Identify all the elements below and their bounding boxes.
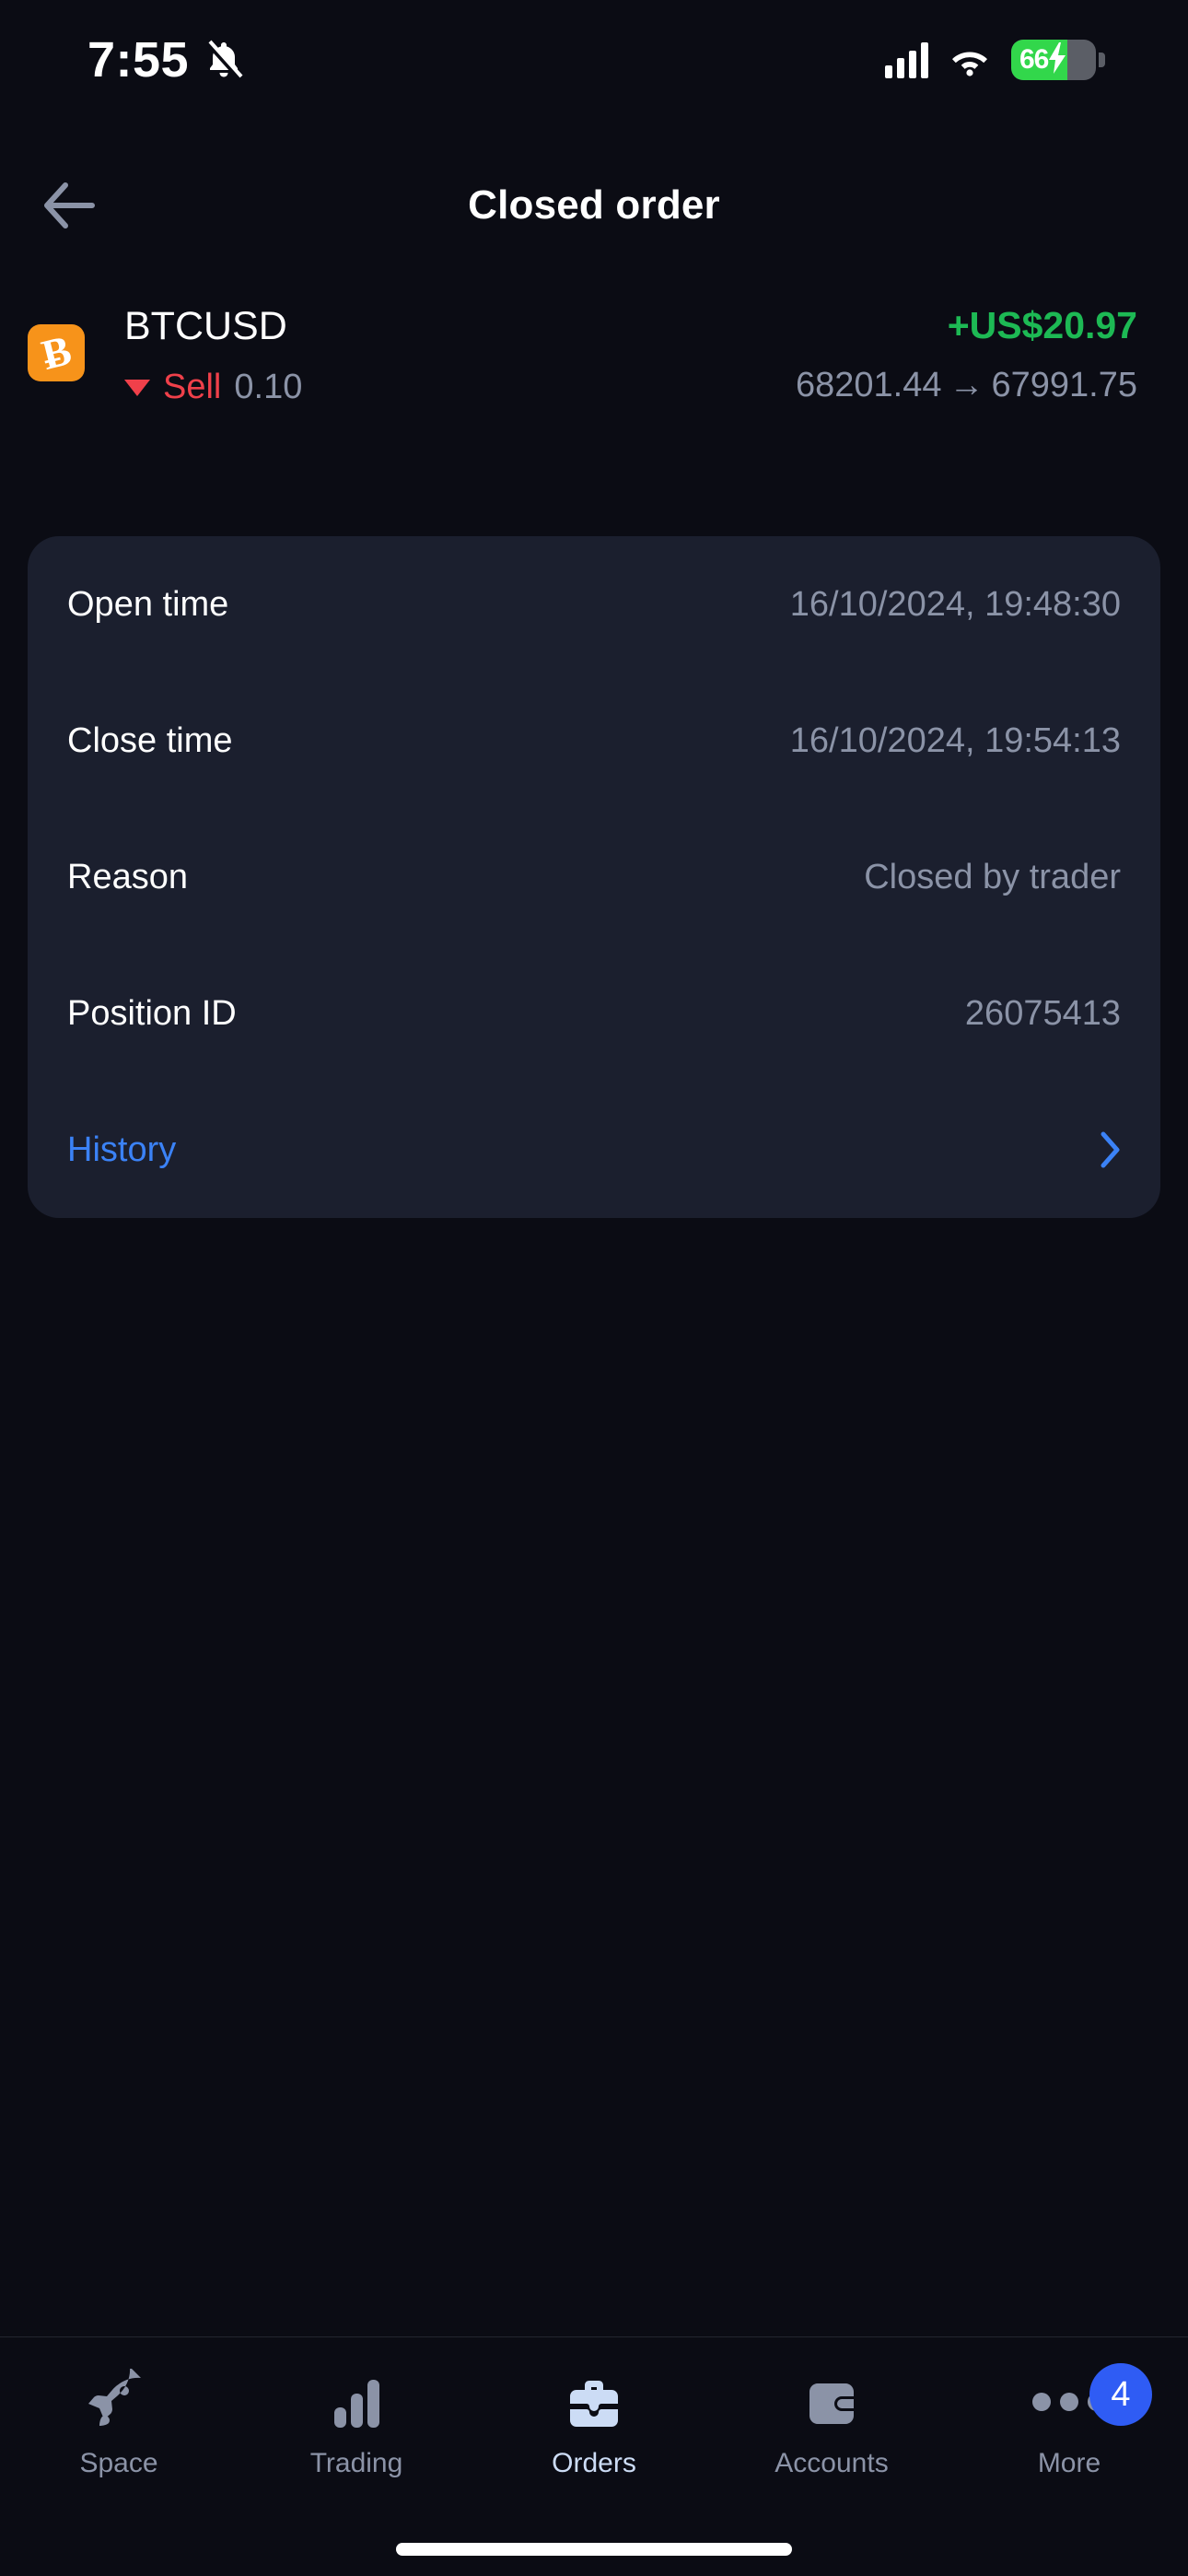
bar-chart-icon: [323, 2369, 390, 2435]
status-time: 7:55: [87, 32, 190, 88]
order-summary: Ƀ BTCUSD Sell 0.10 +US$20.97 68201.44 → 67…: [0, 304, 1188, 451]
wifi-icon: [949, 43, 991, 76]
tab-more[interactable]: 4 More: [950, 2363, 1188, 2479]
detail-value: Closed by trader: [864, 857, 1121, 896]
status-bar: 7:55 66: [0, 0, 1188, 120]
tab-label: More: [1037, 2448, 1101, 2478]
bitcoin-glyph: Ƀ: [36, 326, 76, 379]
tab-orders[interactable]: Orders: [475, 2369, 713, 2479]
notification-badge: 4: [1089, 2363, 1152, 2426]
detail-label: Reason: [67, 857, 188, 896]
chevron-right-icon: [1101, 1131, 1120, 1168]
order-volume: 0.10: [234, 368, 303, 407]
history-label: History: [67, 1130, 177, 1169]
detail-value: 16/10/2024, 19:48:30: [789, 584, 1121, 624]
tab-label: Orders: [552, 2448, 636, 2478]
order-direction-row: Sell 0.10: [124, 368, 302, 407]
back-arrow-icon: [44, 182, 95, 228]
instrument-symbol: BTCUSD: [124, 304, 287, 348]
tab-label: Accounts: [775, 2448, 889, 2478]
home-indicator: [396, 2543, 792, 2556]
ellipsis-icon: 4: [1032, 2363, 1152, 2435]
battery-indicator: 66: [1011, 40, 1105, 80]
tab-space[interactable]: Space: [0, 2369, 238, 2479]
nav-header: Closed order: [0, 155, 1188, 256]
battery-percent: 66: [1019, 44, 1049, 75]
tab-accounts[interactable]: Accounts: [713, 2369, 950, 2479]
order-pnl: +US$20.97: [947, 304, 1137, 346]
open-price: 68201.44: [796, 366, 942, 405]
detail-label: Position ID: [67, 993, 237, 1033]
detail-label: Close time: [67, 720, 233, 760]
bell-muted-icon: [204, 38, 244, 82]
order-direction: Sell: [163, 368, 222, 407]
triangle-down-icon: [124, 379, 150, 396]
price-arrow-icon: →: [949, 366, 984, 405]
order-details-card: Open time 16/10/2024, 19:48:30 Close tim…: [28, 536, 1160, 1218]
tab-label: Trading: [309, 2448, 403, 2478]
cellular-signal-icon: [885, 41, 928, 78]
bottom-tab-bar: Space Trading Orders Accounts 4 More: [0, 2336, 1188, 2576]
detail-value: 26075413: [964, 993, 1121, 1033]
wallet-icon: [798, 2369, 865, 2435]
detail-value: 16/10/2024, 19:54:13: [789, 720, 1121, 760]
detail-row-reason: Reason Closed by trader: [67, 809, 1121, 945]
app-screen: 7:55 66 Closed order Ƀ BTCUSD Sell 0.10 …: [0, 0, 1188, 2576]
page-title: Closed order: [468, 182, 720, 228]
detail-row-close-time: Close time 16/10/2024, 19:54:13: [67, 673, 1121, 809]
order-summary-right: +US$20.97 68201.44 → 67991.75: [796, 304, 1137, 407]
tab-label: Space: [79, 2448, 158, 2478]
charging-bolt-icon: [1046, 41, 1068, 79]
status-bar-left: 7:55: [87, 31, 244, 88]
detail-row-position-id: Position ID 26075413: [67, 945, 1121, 1082]
rocket-icon: [86, 2369, 152, 2435]
bitcoin-icon: Ƀ: [28, 324, 85, 381]
detail-label: Open time: [67, 584, 229, 624]
detail-row-open-time: Open time 16/10/2024, 19:48:30: [67, 536, 1121, 673]
history-row[interactable]: History: [67, 1082, 1121, 1218]
order-price-range: 68201.44 → 67991.75: [796, 366, 1137, 405]
tab-trading[interactable]: Trading: [238, 2369, 475, 2479]
back-button[interactable]: [26, 161, 114, 250]
briefcase-icon: [561, 2369, 627, 2435]
status-bar-right: 66: [885, 40, 1105, 80]
close-price: 67991.75: [991, 366, 1138, 405]
order-summary-left: BTCUSD Sell 0.10: [124, 304, 302, 407]
